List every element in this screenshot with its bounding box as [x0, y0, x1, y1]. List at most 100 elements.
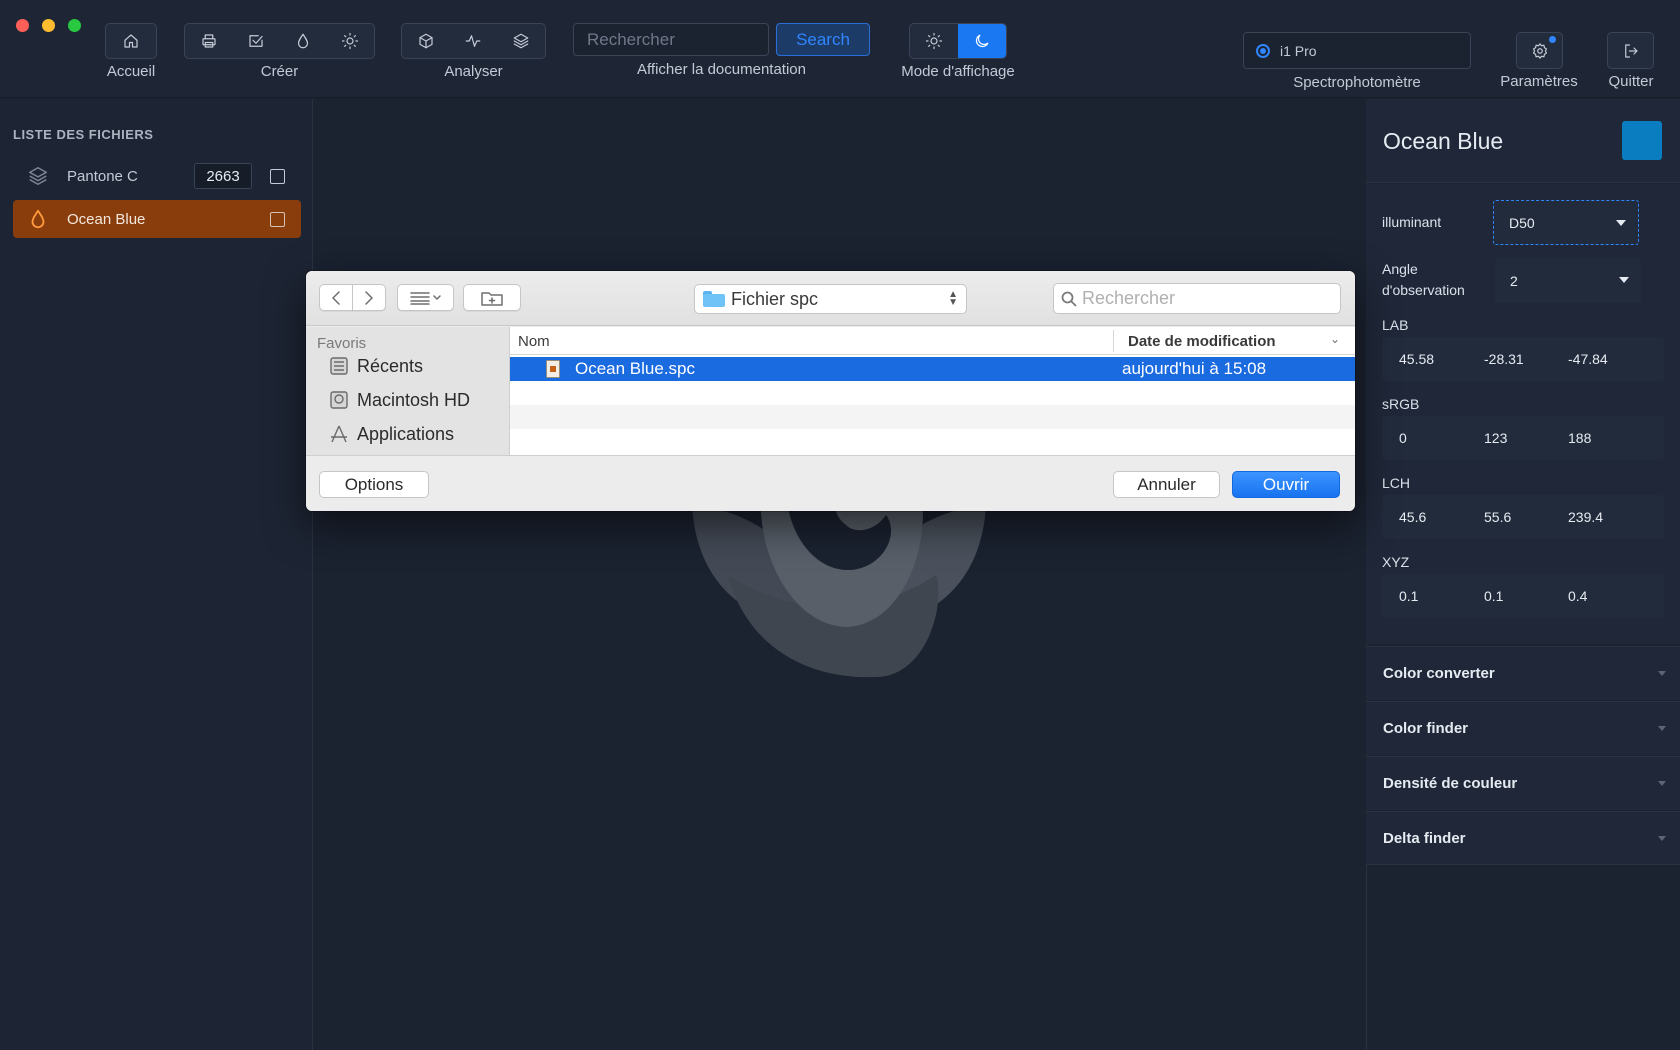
srgb-b: 188 [1568, 430, 1592, 446]
xyz-x: 0.1 [1399, 588, 1419, 604]
drop-icon [298, 33, 309, 49]
file-item-pantone-c[interactable]: Pantone C 2663 [13, 157, 301, 195]
sun-icon [342, 32, 359, 50]
open-button[interactable]: Ouvrir [1232, 471, 1340, 498]
angle-label-line2: d'observation [1382, 282, 1465, 298]
chevron-down-icon [1616, 220, 1626, 226]
search-button[interactable]: Search [776, 23, 870, 56]
empty-row [510, 381, 1355, 405]
favorite-applications[interactable]: Applications [329, 421, 454, 447]
gear-icon [1532, 42, 1547, 59]
lch-values: 45.6 55.6 239.4 [1382, 495, 1664, 539]
accordion-color-converter[interactable]: Color converter [1366, 646, 1680, 700]
search-input[interactable] [573, 23, 769, 56]
window-minimize-button[interactable] [42, 19, 55, 32]
dark-mode-button[interactable] [958, 24, 1006, 58]
home-label: Accueil [106, 63, 156, 80]
dialog-search-field[interactable]: Rechercher [1053, 283, 1341, 314]
lab-a: -28.31 [1484, 351, 1524, 367]
docs-link[interactable]: Afficher la documentation [573, 61, 870, 78]
new-folder-button[interactable] [463, 284, 521, 311]
drop-icon [26, 207, 50, 231]
illuminant-select[interactable]: D50 [1493, 200, 1639, 245]
search-icon [1061, 291, 1077, 307]
chevron-down-icon [1619, 277, 1629, 283]
srgb-g: 123 [1484, 430, 1508, 446]
file-row[interactable]: Ocean Blue.spc aujourd'hui à 15:08 [510, 357, 1355, 381]
sort-chevron-icon: ⌄ [1330, 332, 1341, 346]
angle-value: 2 [1510, 272, 1518, 289]
lch-l: 45.6 [1399, 509, 1427, 525]
file-checkbox[interactable] [270, 211, 285, 227]
chevron-left-icon [332, 290, 340, 305]
device-radio-icon [1256, 43, 1270, 58]
empty-row [510, 429, 1355, 453]
window-zoom-button[interactable] [68, 19, 81, 32]
recents-icon [330, 357, 348, 375]
file-list-sidebar [0, 99, 313, 1050]
check-button[interactable] [238, 24, 274, 58]
xyz-label: XYZ [1382, 554, 1410, 570]
file-list-title: LISTE DES FICHIERS [13, 127, 154, 142]
options-button[interactable]: Options [319, 471, 429, 498]
analyze-label: Analyser [444, 63, 503, 80]
hard-drive-icon [330, 391, 348, 409]
moon-icon [975, 34, 989, 48]
accordion-color-finder[interactable]: Color finder [1366, 701, 1680, 755]
favorite-macintosh-hd[interactable]: Macintosh HD [329, 387, 470, 413]
column-name-header[interactable]: Nom [518, 333, 550, 350]
pulse-button[interactable] [455, 24, 491, 58]
home-icon [124, 34, 138, 48]
angle-label: Angle [1382, 261, 1418, 277]
color-swatch [1622, 121, 1662, 160]
print-button[interactable] [191, 24, 227, 58]
home-button[interactable] [113, 24, 149, 58]
cancel-button[interactable]: Annuler [1113, 471, 1220, 498]
folder-path-popup[interactable]: Fichier spc ▲ ▼ [694, 284, 967, 314]
file-list-header: Nom Date de modification ⌄ [510, 327, 1355, 355]
file-item-label: Pantone C [67, 167, 138, 185]
chevron-right-icon [365, 290, 373, 305]
settings-button[interactable] [1516, 32, 1563, 69]
spectrophotometer-label: Spectrophotomètre [1293, 74, 1421, 91]
accordion-delta-finder[interactable]: Delta finder [1366, 811, 1680, 865]
lab-values: 45.58 -28.31 -47.84 [1382, 337, 1664, 381]
cube-button[interactable] [408, 24, 444, 58]
device-name: i1 Pro [1280, 42, 1317, 59]
layers-icon [513, 33, 529, 49]
logout-icon [1624, 43, 1638, 58]
column-date-header[interactable]: Date de modification [1128, 333, 1276, 350]
quit-button[interactable] [1607, 32, 1654, 69]
light-button[interactable] [332, 24, 368, 58]
layers-button[interactable] [503, 24, 539, 58]
updown-chevron-icon: ▲ ▼ [948, 289, 958, 308]
drop-button[interactable] [285, 24, 321, 58]
back-button[interactable] [319, 284, 353, 311]
window-close-button[interactable] [16, 19, 29, 32]
chevron-down-icon [1658, 836, 1666, 841]
light-mode-button[interactable] [910, 24, 958, 58]
accordion-color-density[interactable]: Densité de couleur [1366, 756, 1680, 810]
checkbox-icon [249, 35, 263, 47]
applications-icon [331, 425, 347, 443]
open-file-dialog: Fichier spc ▲ ▼ Rechercher Favoris Récent… [306, 271, 1355, 511]
favorite-recents[interactable]: Récents [329, 353, 423, 379]
file-count-badge: 2663 [194, 163, 252, 189]
pulse-icon [466, 35, 481, 47]
home-group [105, 23, 157, 59]
settings-label: Paramètres [1500, 73, 1578, 90]
view-mode-button[interactable] [397, 284, 454, 311]
file-item-ocean-blue[interactable]: Ocean Blue [13, 200, 301, 238]
chevron-down-icon [1658, 781, 1666, 786]
quit-label: Quitter [1608, 73, 1654, 90]
folder-icon [703, 291, 725, 307]
observer-angle-select[interactable]: 2 [1495, 258, 1641, 303]
spectrophotometer-select[interactable]: i1 Pro [1243, 32, 1471, 69]
printer-icon [202, 34, 216, 48]
layers-icon [26, 164, 50, 188]
file-row-date: aujourd'hui à 15:08 [1122, 359, 1267, 378]
file-checkbox[interactable] [270, 168, 285, 184]
lch-c: 55.6 [1484, 509, 1512, 525]
accordion-label: Densité de couleur [1383, 775, 1518, 792]
forward-button[interactable] [352, 284, 386, 311]
